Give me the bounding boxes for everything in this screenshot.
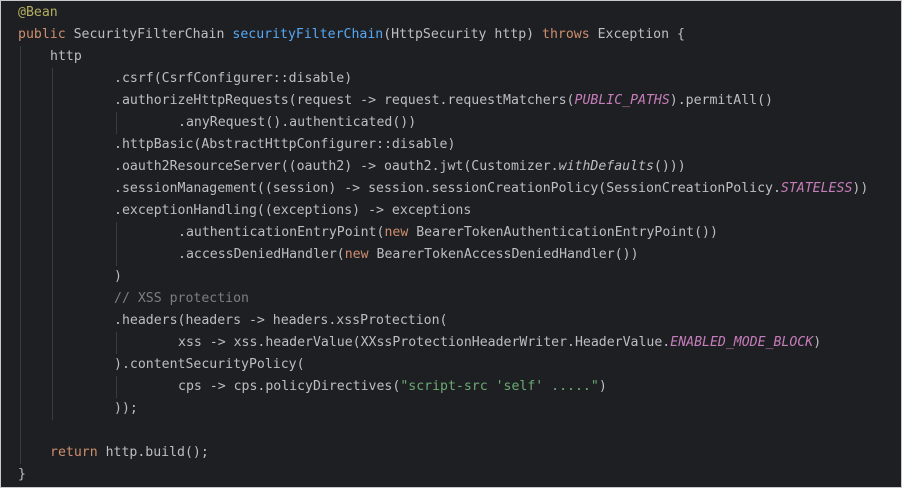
code-token: withDefaults xyxy=(558,159,654,174)
indent-guide xyxy=(116,376,117,398)
code-token: BearerTokenAuthenticationEntryPoint()) xyxy=(416,225,718,240)
code-token: .oauth2ResourceServer((oauth2) -> oauth2… xyxy=(114,159,559,174)
indent-guide xyxy=(116,222,117,266)
code-token: @Bean xyxy=(18,5,58,20)
code-token: http.build(); xyxy=(105,445,209,460)
code-token: ) xyxy=(598,379,607,394)
code-line[interactable]: // XSS protection xyxy=(114,288,249,310)
code-token: (HttpSecurity http) xyxy=(383,27,543,42)
code-token: )); xyxy=(114,401,138,416)
code-token: .authorizeHttpRequests(request -> reques… xyxy=(114,93,575,108)
code-line[interactable]: @Bean xyxy=(18,2,58,24)
code-line[interactable]: .sessionManagement((session) -> session.… xyxy=(114,178,868,200)
code-token: securityFilterChain xyxy=(232,27,384,42)
code-token: ).contentSecurityPolicy( xyxy=(114,357,305,372)
code-line[interactable]: .accessDeniedHandler(new BearerTokenAcce… xyxy=(178,244,639,266)
code-token: BearerTokenAccessDeniedHandler()) xyxy=(376,247,639,262)
indent-guide xyxy=(116,332,117,354)
indent-guide xyxy=(116,112,117,134)
code-token: .httpBasic(AbstractHttpConfigurer::disab… xyxy=(114,137,456,152)
code-line[interactable]: xss -> xss.headerValue(XXssProtectionHea… xyxy=(178,332,821,354)
code-line[interactable]: .authenticationEntryPoint(new BearerToke… xyxy=(178,222,718,244)
code-token: PUBLIC_PATHS xyxy=(574,93,670,108)
code-token: "script-src 'self' ....." xyxy=(400,379,599,394)
code-line[interactable]: )); xyxy=(114,398,138,420)
code-token: ())) xyxy=(653,159,686,174)
code-token: .sessionManagement((session) -> session.… xyxy=(114,181,781,196)
code-token: } xyxy=(18,467,26,482)
code-token: ENABLED_MODE_BLOCK xyxy=(670,335,814,350)
code-token: return xyxy=(50,445,106,460)
code-line[interactable]: return http.build(); xyxy=(50,442,209,464)
code-line[interactable]: cps -> cps.policyDirectives("script-src … xyxy=(178,376,607,398)
code-line[interactable]: .headers(headers -> headers.xssProtectio… xyxy=(114,310,447,332)
code-line[interactable]: } xyxy=(18,464,26,486)
indent-guide xyxy=(52,68,53,420)
code-line[interactable]: .oauth2ResourceServer((oauth2) -> oauth2… xyxy=(114,156,686,178)
code-line[interactable]: http xyxy=(50,46,82,68)
code-token: Exception { xyxy=(597,27,685,42)
code-token: throws xyxy=(542,27,598,42)
code-token: ) xyxy=(813,335,822,350)
code-token: xss -> xss.headerValue(XXssProtectionHea… xyxy=(178,335,671,350)
code-token: .csrf(CsrfConfigurer::disable) xyxy=(114,71,353,86)
code-token: )) xyxy=(852,181,869,196)
code-token: .exceptionHandling((exceptions) -> excep… xyxy=(114,203,472,218)
code-line[interactable]: public SecurityFilterChain securityFilte… xyxy=(18,24,685,46)
code-token: .headers(headers -> headers.xssProtectio… xyxy=(114,313,448,328)
code-token: new xyxy=(384,225,417,240)
code-token: .accessDeniedHandler( xyxy=(178,247,345,262)
code-line[interactable]: .exceptionHandling((exceptions) -> excep… xyxy=(114,200,471,222)
code-token: cps -> cps.policyDirectives( xyxy=(178,379,401,394)
code-token: // XSS protection xyxy=(114,291,249,306)
code-token: .anyRequest().authenticated()) xyxy=(178,115,417,130)
code-token: ).permitAll() xyxy=(669,93,773,108)
code-line[interactable]: ) xyxy=(114,266,122,288)
code-token: .authenticationEntryPoint( xyxy=(178,225,385,240)
indent-guide xyxy=(20,46,21,464)
code-token: new xyxy=(344,247,377,262)
code-line[interactable]: .authorizeHttpRequests(request -> reques… xyxy=(114,90,773,112)
code-token: public xyxy=(18,27,74,42)
code-line[interactable]: .csrf(CsrfConfigurer::disable) xyxy=(114,68,352,90)
code-line[interactable]: .httpBasic(AbstractHttpConfigurer::disab… xyxy=(114,134,455,156)
code-token: STATELESS xyxy=(780,181,853,196)
code-line[interactable]: ).contentSecurityPolicy( xyxy=(114,354,305,376)
code-editor-frame: @Bean public SecurityFilterChain security… xyxy=(0,0,902,488)
code-editor[interactable]: @Bean public SecurityFilterChain security… xyxy=(1,1,901,487)
code-line[interactable]: .anyRequest().authenticated()) xyxy=(178,112,416,134)
code-token: ) xyxy=(114,269,122,284)
code-token: http xyxy=(50,49,82,64)
code-token: SecurityFilterChain xyxy=(73,27,233,42)
